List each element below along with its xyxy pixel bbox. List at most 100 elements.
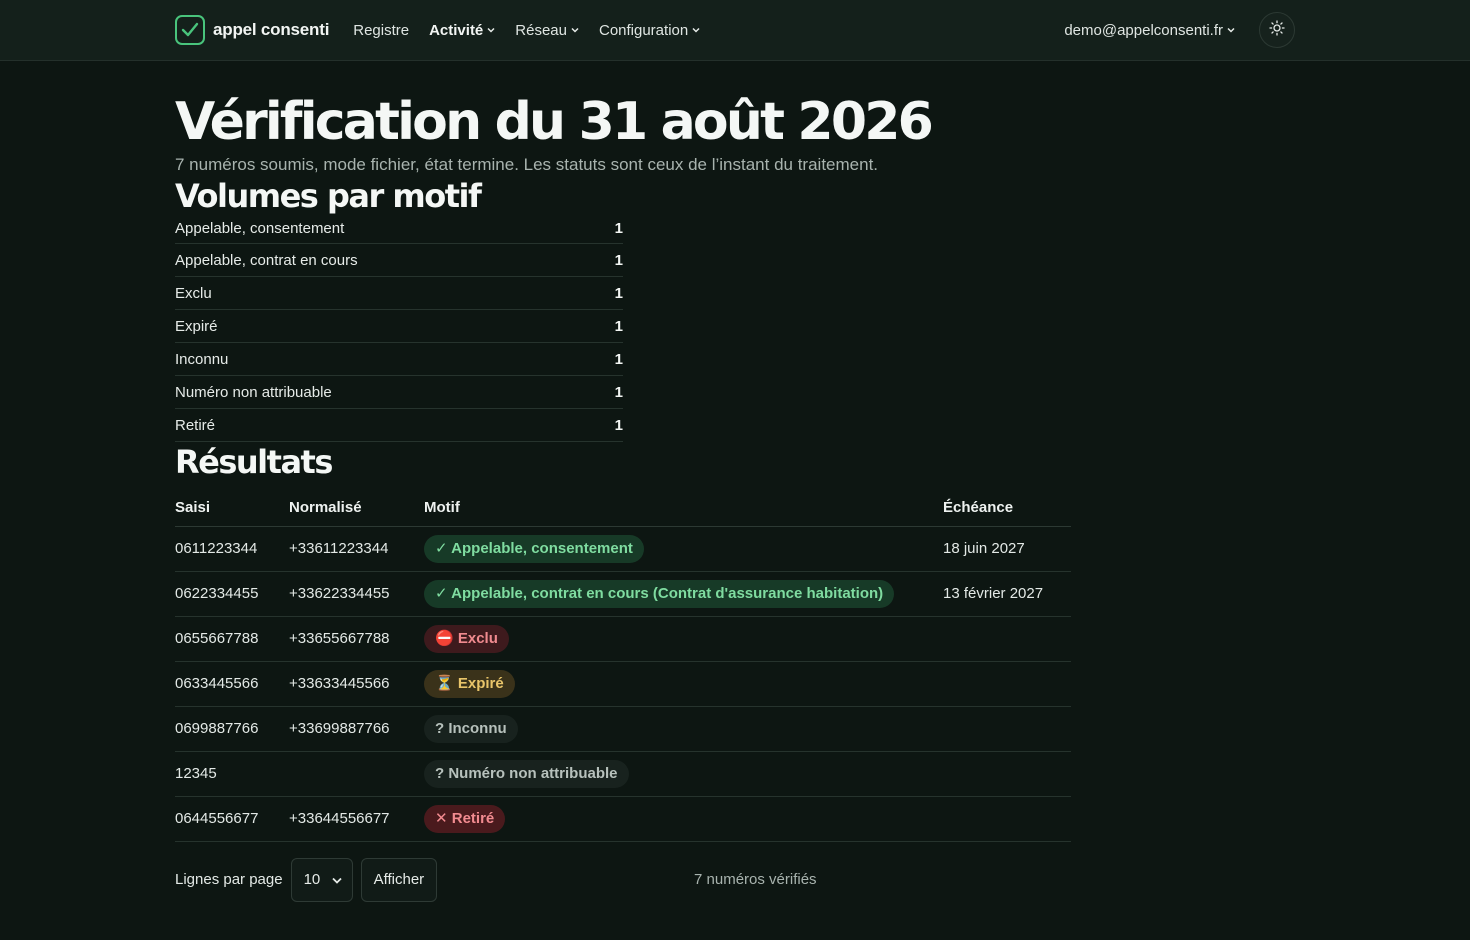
cell-motif: ⛔ Exclu (424, 616, 943, 662)
cell-normalise: +33611223344 (289, 526, 424, 572)
volume-row: Expiré 1 (175, 310, 623, 343)
cell-saisi: 12345 (175, 751, 289, 797)
rows-per-page-select[interactable]: 10 (290, 857, 353, 902)
total-count: 7 numéros vérifiés (694, 871, 817, 888)
chevron-down-icon (487, 25, 495, 35)
table-row: 0622334455 +33622334455 ✓ Appelable, con… (175, 571, 1071, 617)
chevron-down-icon (331, 871, 342, 888)
user-email: demo@appelconsenti.fr (1064, 21, 1223, 39)
status-badge: ⛔ Exclu (424, 624, 509, 653)
volume-row: Appelable, contrat en cours 1 (175, 244, 623, 277)
cell-echeance: 13 février 2027 (943, 571, 1071, 617)
page-title: Vérification du 31 août 2026 (175, 92, 934, 152)
volume-count: 1 (614, 350, 623, 368)
cell-normalise: +33655667788 (289, 616, 424, 662)
cell-motif: ✓ Appelable, consentement (424, 526, 943, 572)
cell-motif: ✓ Appelable, contrat en cours (Contrat d… (424, 571, 943, 617)
nav-configuration-label: Configuration (598, 21, 689, 39)
volume-label: Exclu (175, 284, 212, 302)
navbar-inner: appel consenti Registre Activité Réseau … (175, 0, 1295, 60)
brand-link[interactable]: appel consenti (175, 15, 329, 45)
cell-echeance (943, 751, 1071, 797)
volume-count: 1 (614, 220, 623, 237)
status-badge: ✓ Appelable, contrat en cours (Contrat d… (424, 579, 895, 608)
nav-registre[interactable]: Registre (353, 22, 409, 39)
main-content: Vérification du 31 août 2026 7 numéros s… (175, 61, 1295, 902)
cell-saisi: 0611223344 (175, 526, 289, 572)
column-header-saisi: Saisi (175, 490, 289, 527)
nav-activite[interactable]: Activité (429, 22, 495, 39)
column-header-normalise: Normalisé (289, 490, 424, 527)
show-button[interactable]: Afficher (360, 857, 438, 902)
status-badge: ✕ Retiré (424, 804, 506, 833)
cell-normalise: +33699887766 (289, 706, 424, 752)
volume-count: 1 (614, 284, 623, 302)
table-row: 0611223344 +33611223344 ✓ Appelable, con… (175, 526, 1071, 572)
volume-count: 1 (614, 317, 623, 335)
cell-normalise: +33633445566 (289, 661, 424, 707)
cell-saisi: 0644556677 (175, 796, 289, 842)
volumes-heading: Volumes par motif (175, 177, 482, 215)
cell-normalise: +33644556677 (289, 796, 424, 842)
volume-label: Expiré (175, 317, 218, 335)
volume-label: Appelable, contrat en cours (175, 251, 358, 269)
cell-motif: ✕ Retiré (424, 796, 943, 842)
nav-registre-label: Registre (353, 21, 410, 39)
status-badge: ✓ Appelable, consentement (424, 534, 644, 563)
cell-normalise (289, 751, 424, 797)
cell-saisi: 0622334455 (175, 571, 289, 617)
volume-count: 1 (614, 416, 623, 434)
table-header-row: Saisi Normalisé Motif Échéance (175, 490, 1071, 527)
table-row: 0655667788 +33655667788 ⛔ Exclu (175, 616, 1071, 662)
volume-row: Exclu 1 (175, 277, 623, 310)
nav-activite-label: Activité (429, 21, 484, 39)
column-header-motif: Motif (424, 490, 943, 527)
volume-label: Inconnu (175, 350, 229, 368)
cell-motif: ? Numéro non attribuable (424, 751, 943, 797)
top-navbar: appel consenti Registre Activité Réseau … (0, 0, 1470, 61)
sun-icon (1269, 19, 1285, 41)
cell-motif: ⏳ Expiré (424, 661, 943, 707)
brand-name: appel consenti (213, 20, 330, 39)
volume-label: Numéro non attribuable (175, 383, 332, 401)
rows-per-page-value: 10 (303, 871, 321, 888)
volume-count: 1 (614, 251, 623, 269)
results-heading: Résultats (175, 443, 333, 481)
volume-row: Numéro non attribuable 1 (175, 376, 623, 409)
volume-count: 1 (614, 383, 623, 401)
results-table: Saisi Normalisé Motif Échéance 061122334… (175, 490, 1071, 842)
cell-motif: ? Inconnu (424, 706, 943, 752)
nav-reseau-label: Réseau (515, 21, 567, 39)
cell-echeance (943, 796, 1071, 842)
cell-echeance: 18 juin 2027 (943, 526, 1071, 572)
volume-label: Appelable, consentement (175, 220, 345, 237)
page-subtitle: 7 numéros soumis, mode fichier, état ter… (175, 155, 879, 174)
cell-echeance (943, 616, 1071, 662)
nav-right: demo@appelconsenti.fr (1064, 12, 1295, 48)
chevron-down-icon (1227, 25, 1235, 35)
chevron-down-icon (692, 25, 700, 35)
user-menu[interactable]: demo@appelconsenti.fr (1064, 22, 1235, 39)
checkmark-logo-icon (175, 15, 205, 45)
cell-echeance (943, 661, 1071, 707)
cell-saisi: 0699887766 (175, 706, 289, 752)
volume-row: Appelable, consentement 1 (175, 214, 623, 244)
theme-toggle-button[interactable] (1259, 12, 1295, 48)
nav-configuration[interactable]: Configuration (599, 22, 700, 39)
volume-row: Retiré 1 (175, 409, 623, 442)
pagination-bar: Lignes par page 10 Afficher 7 numéros vé… (175, 857, 1071, 902)
cell-saisi: 0655667788 (175, 616, 289, 662)
cell-normalise: +33622334455 (289, 571, 424, 617)
table-row: 0633445566 +33633445566 ⏳ Expiré (175, 661, 1071, 707)
volume-row: Inconnu 1 (175, 343, 623, 376)
volume-label: Retiré (175, 416, 216, 434)
status-badge: ? Numéro non attribuable (424, 759, 629, 788)
nav-reseau[interactable]: Réseau (515, 22, 579, 39)
table-row: 12345 ? Numéro non attribuable (175, 751, 1071, 797)
table-row: 0644556677 +33644556677 ✕ Retiré (175, 796, 1071, 842)
chevron-down-icon (571, 25, 579, 35)
column-header-echeance: Échéance (943, 490, 1071, 527)
rows-per-page-label: Lignes par page (175, 871, 283, 888)
table-row: 0699887766 +33699887766 ? Inconnu (175, 706, 1071, 752)
status-badge: ? Inconnu (424, 714, 518, 743)
